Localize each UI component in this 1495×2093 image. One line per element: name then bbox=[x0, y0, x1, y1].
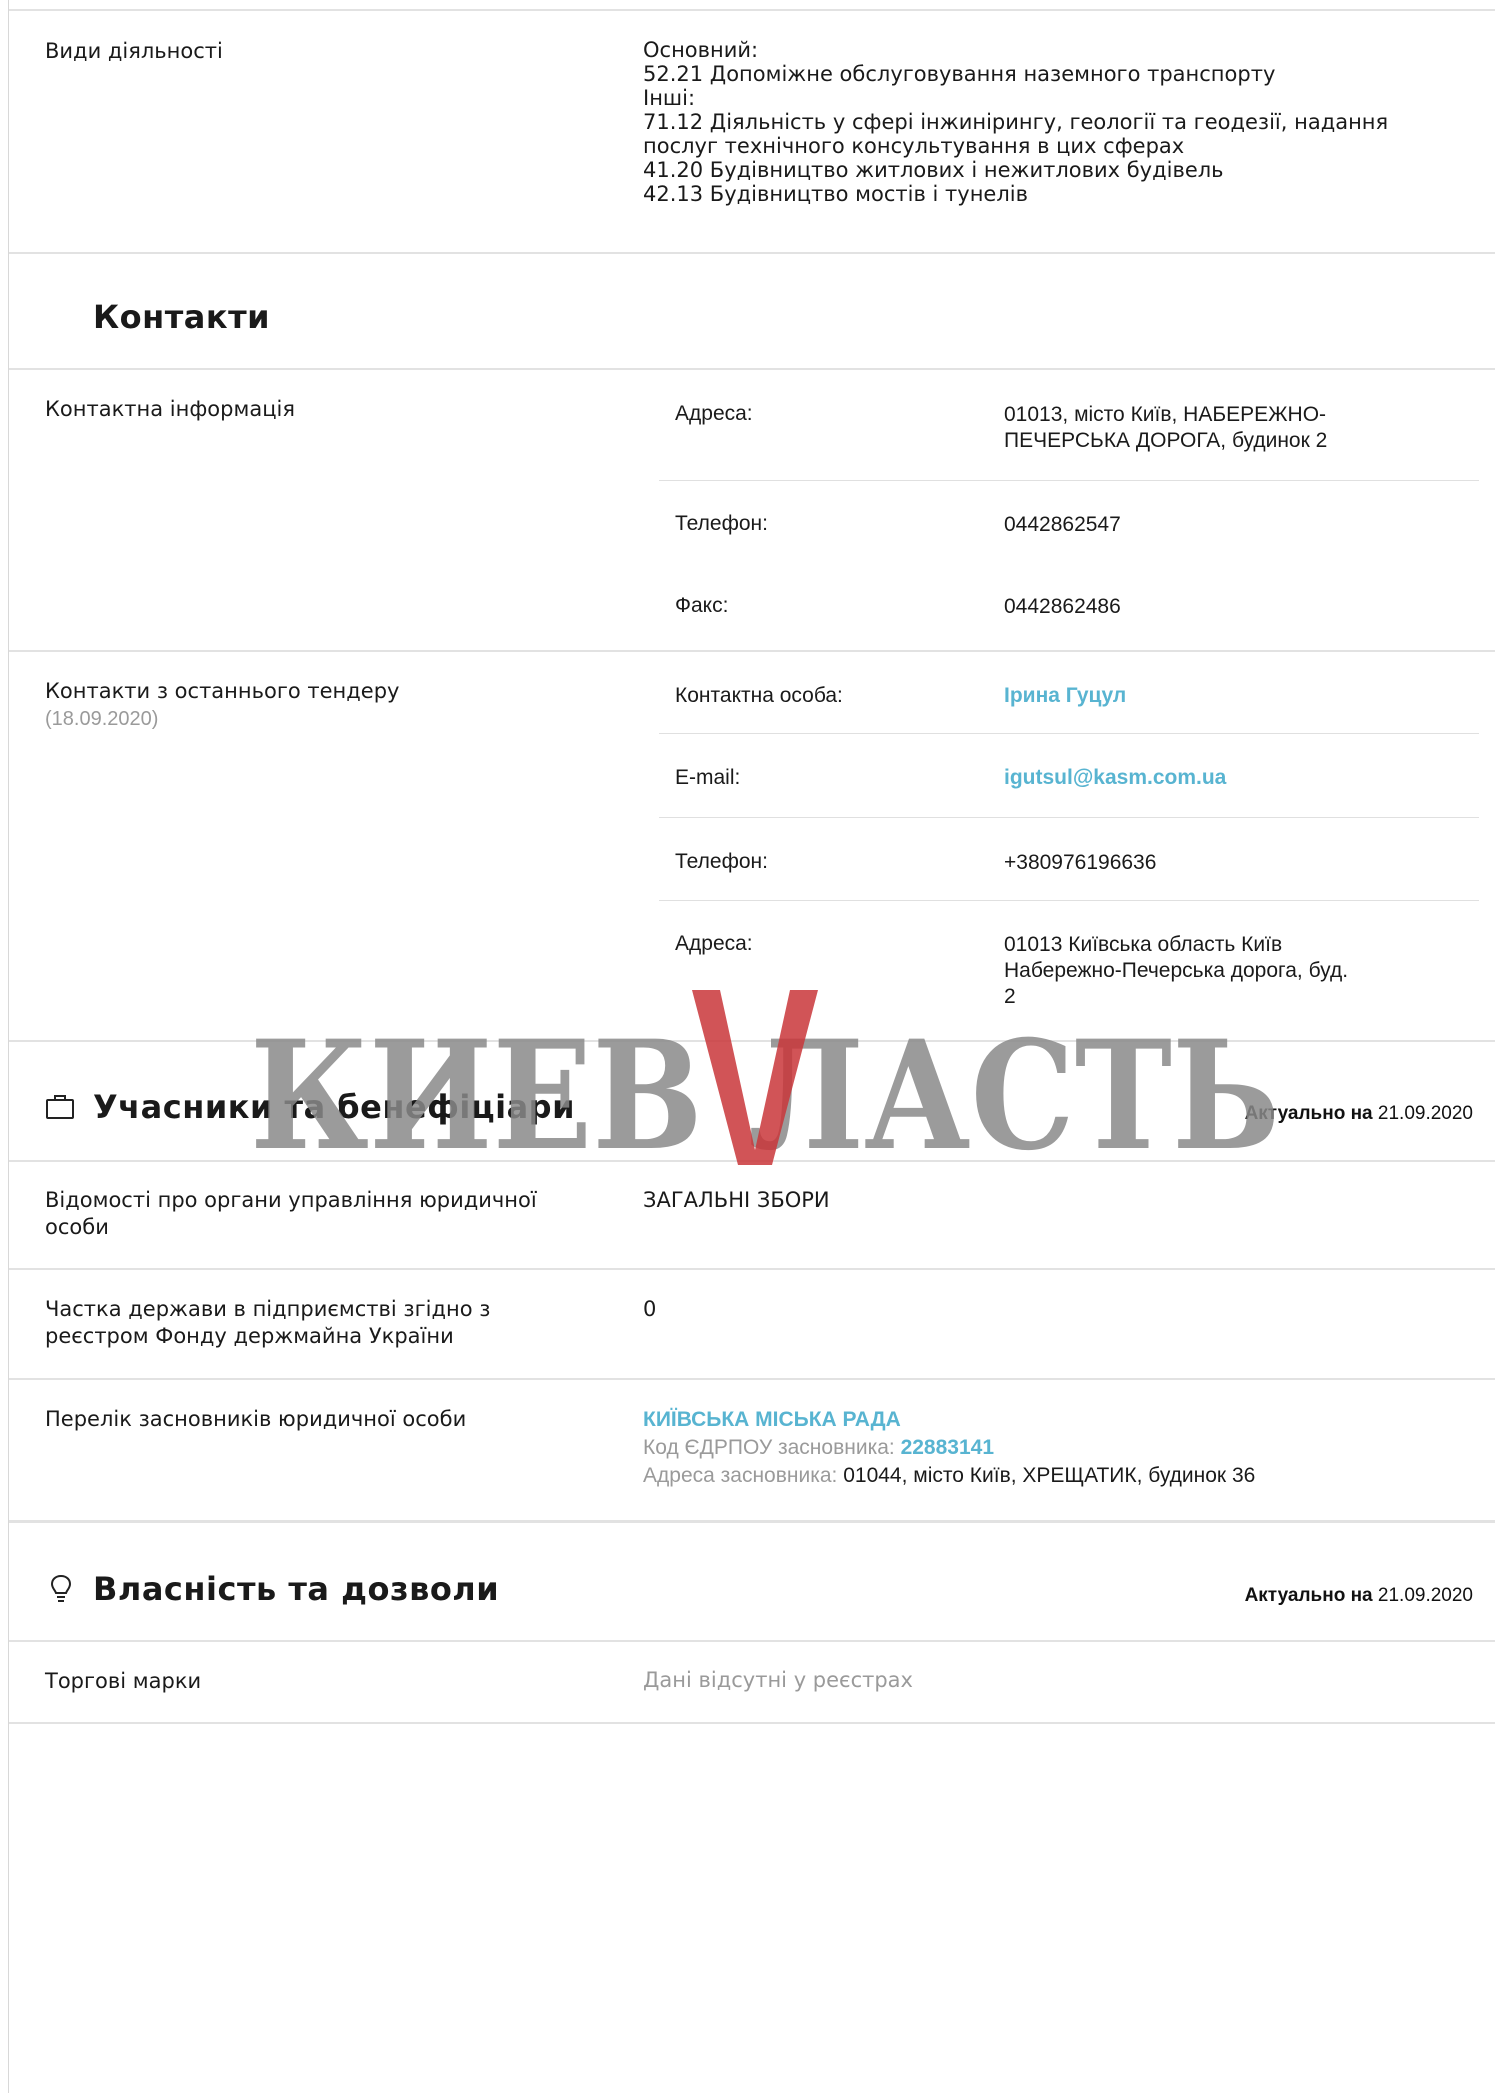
tender-address-label: Адреса: bbox=[675, 932, 753, 955]
activities-other-item: 71.12 Діяльність у сфері інжинірингу, ге… bbox=[643, 110, 1389, 134]
contact-person-link[interactable]: Ірина Гуцул bbox=[1004, 684, 1126, 708]
actual-label: Актуально на bbox=[1244, 1585, 1373, 1606]
founder-code-link[interactable]: 22883141 bbox=[901, 1436, 994, 1459]
tender-contacts-label: Контакти з останнього тендеру bbox=[45, 679, 400, 703]
tender-date: (18.09.2020) bbox=[45, 708, 159, 730]
participants-section-title: Учасники та бенефіціари bbox=[93, 1088, 575, 1126]
activities-other-title: Інші: bbox=[643, 86, 696, 110]
divider bbox=[659, 480, 1479, 481]
divider bbox=[9, 1520, 1495, 1523]
governance-label: Відомості про органи управління юридично… bbox=[45, 1187, 537, 1241]
contact-person-label: Контактна особа: bbox=[675, 684, 843, 707]
divider bbox=[9, 1378, 1495, 1380]
fax-value: 0442862486 bbox=[1004, 595, 1121, 618]
activities-main-item: 52.21 Допоміжне обслуговування наземного… bbox=[643, 62, 1276, 86]
divider bbox=[9, 368, 1495, 370]
address-label: Адреса: bbox=[675, 402, 753, 425]
address-line: 2 bbox=[1004, 985, 1016, 1008]
activities-label: Види діяльності bbox=[45, 39, 223, 63]
property-section-title: Власність та дозволи bbox=[93, 1570, 500, 1608]
tender-address-value: 01013 Київська область Київ Набережно-Пе… bbox=[1004, 932, 1444, 1010]
founder-name-link[interactable]: КИЇВСЬКА МІСЬКА РАДА bbox=[643, 1408, 901, 1431]
actual-date-value: 21.09.2020 bbox=[1377, 1103, 1473, 1124]
founder-address-label: Адреса засновника: bbox=[643, 1464, 838, 1487]
trademarks-label: Торгові марки bbox=[45, 1669, 202, 1693]
activities-main-title: Основний: bbox=[643, 38, 759, 62]
state-share-label: Частка держави в підприємстві згідно з р… bbox=[45, 1296, 490, 1350]
activities-other-item: послуг технічного консультування в цих с… bbox=[643, 134, 1185, 158]
email-label: E-mail: bbox=[675, 766, 741, 789]
founder-entry: КИЇВСЬКА МІСЬКА РАДА Код ЄДРПОУ засновни… bbox=[643, 1406, 1463, 1490]
divider bbox=[9, 9, 1495, 11]
divider bbox=[659, 900, 1479, 901]
email-link[interactable]: igutsul@kasm.com.ua bbox=[1004, 766, 1226, 790]
founders-label: Перелік засновників юридичної особи bbox=[45, 1407, 467, 1431]
label-line: реєстром Фонду держмайна України bbox=[45, 1324, 454, 1348]
governance-value: ЗАГАЛЬНІ ЗБОРИ bbox=[643, 1188, 830, 1212]
label-line: особи bbox=[45, 1215, 109, 1239]
divider bbox=[9, 650, 1495, 652]
fax-label: Факс: bbox=[675, 594, 729, 617]
divider bbox=[9, 1160, 1495, 1162]
divider bbox=[9, 1040, 1495, 1042]
phone-value: 0442862547 bbox=[1004, 513, 1121, 536]
tender-phone-value: +380976196636 bbox=[1004, 851, 1157, 874]
participants-actual-date: Актуально на 21.09.2020 bbox=[1209, 1103, 1473, 1125]
lightbulb-icon bbox=[49, 1574, 73, 1604]
address-line: 01013, місто Київ, НАБЕРЕЖНО- bbox=[1004, 403, 1327, 426]
activities-other-item: 41.20 Будівництво житлових і нежитлових … bbox=[643, 158, 1224, 182]
address-line: 01013 Київська область Київ bbox=[1004, 933, 1283, 956]
divider bbox=[659, 817, 1479, 818]
label-line: Відомості про органи управління юридично… bbox=[45, 1188, 537, 1212]
state-share-value: 0 bbox=[643, 1297, 657, 1321]
divider bbox=[659, 733, 1479, 734]
divider bbox=[9, 252, 1495, 254]
founder-address-value: 01044, місто Київ, ХРЕЩАТИК, будинок 36 bbox=[843, 1464, 1256, 1487]
contacts-section-title: Контакти bbox=[93, 298, 271, 336]
address-value: 01013, місто Київ, НАБЕРЕЖНО- ПЕЧЕРСЬКА … bbox=[1004, 402, 1444, 454]
contact-info-label: Контактна інформація bbox=[45, 397, 295, 421]
tender-phone-label: Телефон: bbox=[675, 850, 768, 873]
trademarks-value: Дані відсутні у реєстрах bbox=[643, 1668, 913, 1692]
divider bbox=[9, 1722, 1495, 1724]
property-actual-date: Актуально на 21.09.2020 bbox=[1209, 1585, 1473, 1607]
phone-label: Телефон: bbox=[675, 512, 768, 535]
divider bbox=[9, 1268, 1495, 1270]
address-line: Набережно-Печерська дорога, буд. bbox=[1004, 959, 1349, 982]
briefcase-icon bbox=[45, 1094, 75, 1119]
address-line: ПЕЧЕРСЬКА ДОРОГА, будинок 2 bbox=[1004, 429, 1328, 452]
company-profile-page: Види діяльності Основний: 52.21 Допоміжн… bbox=[8, 0, 1495, 2093]
founder-code-label: Код ЄДРПОУ засновника: bbox=[643, 1436, 895, 1459]
activities-list: Основний: 52.21 Допоміжне обслуговування… bbox=[643, 38, 1463, 206]
label-line: Частка держави в підприємстві згідно з bbox=[45, 1297, 491, 1321]
actual-date-value: 21.09.2020 bbox=[1377, 1585, 1473, 1606]
divider bbox=[9, 1640, 1495, 1642]
actual-label: Актуально на bbox=[1244, 1103, 1373, 1124]
activities-other-item: 42.13 Будівництво мостів і тунелів bbox=[643, 182, 1028, 206]
